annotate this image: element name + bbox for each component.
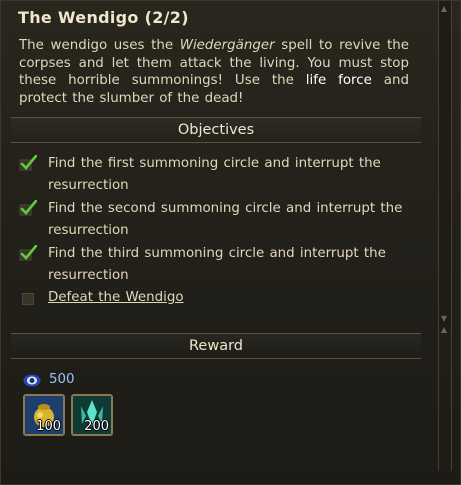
reward-quantity: 200 (84, 419, 109, 434)
objective-item: Find the first summoning circle and inte… (19, 153, 409, 197)
reward-heading: Reward (11, 333, 421, 359)
eye-icon (23, 374, 41, 387)
reward-quantity: 100 (36, 419, 61, 434)
quest-panel: The Wendigo (2/2) The wendigo uses the W… (0, 0, 461, 485)
objective-item: Find the second summoning circle and int… (19, 198, 409, 242)
reward-item-gold[interactable]: 100 (23, 394, 65, 436)
scroll-up-icon[interactable]: ▲ (439, 3, 449, 15)
experience-value: 500 (49, 372, 75, 387)
unchecked-box-icon (22, 293, 34, 305)
keyword-force[interactable]: force (338, 73, 372, 88)
objective-label: Find the first summoning circle and inte… (48, 156, 381, 193)
reward-item-crystal[interactable]: 200 (71, 394, 113, 436)
checkmark-icon (19, 155, 37, 171)
checkmark-icon (19, 200, 37, 216)
objective-label: Find the third summoning circle and inte… (48, 246, 386, 283)
objective-link[interactable]: Defeat the Wendigo (48, 287, 190, 309)
scrollbar[interactable] (438, 1, 452, 331)
reward-scrollbar[interactable] (438, 331, 452, 471)
objective-item: Find the third summoning circle and inte… (19, 243, 409, 287)
quest-title: The Wendigo (2/2) (18, 8, 189, 27)
objective-label: Find the second summoning circle and int… (48, 201, 403, 238)
spell-name: Wiedergänger (179, 38, 275, 53)
objective-item[interactable]: Defeat the Wendigo (19, 287, 409, 309)
keyword-life[interactable]: life (306, 73, 326, 88)
quest-description: The wendigo uses the Wiedergänger spell … (19, 38, 409, 106)
objectives-heading: Objectives (11, 117, 421, 143)
checkmark-icon (19, 245, 37, 261)
